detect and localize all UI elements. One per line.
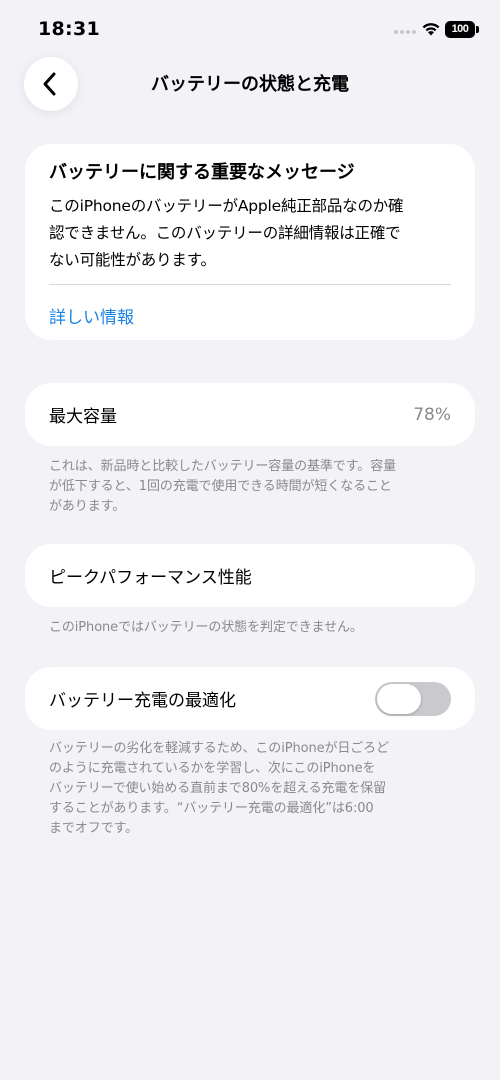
footnote-line: のように充電されているかを学習し、次にこのiPhoneを [49,761,376,776]
footnote-line: があります。 [49,499,126,514]
battery-tip [476,26,479,33]
page-title: バッテリーの状態と充電 [151,74,349,95]
optimized-charging-label: バッテリー充電の最適化 [49,691,236,711]
battery-icon: 100 [445,21,475,38]
message-line: 認できません。このバッテリーの詳細情報は正確で [49,224,401,242]
max-capacity-label: 最大容量 [49,407,117,427]
status-time: 18:31 [38,18,100,40]
message-title: バッテリーに関する重要なメッセージ [49,162,355,183]
optimized-charging-toggle[interactable] [375,681,451,716]
peak-performance-label: ピークパフォーマンス性能 [49,568,252,588]
battery-message-card: バッテリーに関する重要なメッセージ このiPhoneのバッテリーがApple純正… [25,144,475,340]
footnote-line: これは、新品時と比較したバッテリー容量の基準です。容量 [49,459,397,474]
peak-performance-row: ピークパフォーマンス性能 [25,544,475,607]
status-bar: 18:31 100 [0,0,500,60]
max-capacity-row: 最大容量 78% [25,383,475,446]
back-button[interactable] [24,57,78,111]
wifi-icon [422,23,440,36]
footnote-line: が低下すると、1回の充電で使用できる時間が短くなること [49,479,392,494]
footnote-line: バッテリーで使い始める直前まで80%を超える充電を保留 [49,781,387,796]
message-line: ない可能性があります。 [49,251,216,269]
peak-performance-footnote: このiPhoneではバッテリーの状態を判定できません。 [49,620,363,635]
max-capacity-value: 78% [413,404,451,425]
footnote-line: バッテリーの劣化を軽減するため、このiPhoneが日ごろど [49,741,389,756]
footnote-line: までオフです。 [49,821,139,836]
optimized-charging-row: バッテリー充電の最適化 [25,667,475,730]
message-body: このiPhoneのバッテリーがApple純正部品なのか確 認できません。このバッ… [49,193,451,274]
toggle-knob [377,683,421,714]
signal-dots-icon [394,30,418,35]
footnote-line: することがあります。“バッテリー充電の最適化”は6:00 [49,801,374,816]
optimized-charging-footnote: バッテリーの劣化を軽減するため、このiPhoneが日ごろど のように充電されてい… [49,739,454,839]
chevron-left-icon [43,72,56,96]
more-info-link[interactable]: 詳しい情報 [49,303,451,328]
divider [49,284,451,285]
message-line: このiPhoneのバッテリーがApple純正部品なのか確 [49,197,404,215]
max-capacity-footnote: これは、新品時と比較したバッテリー容量の基準です。容量 が低下すると、1回の充電… [49,457,454,517]
